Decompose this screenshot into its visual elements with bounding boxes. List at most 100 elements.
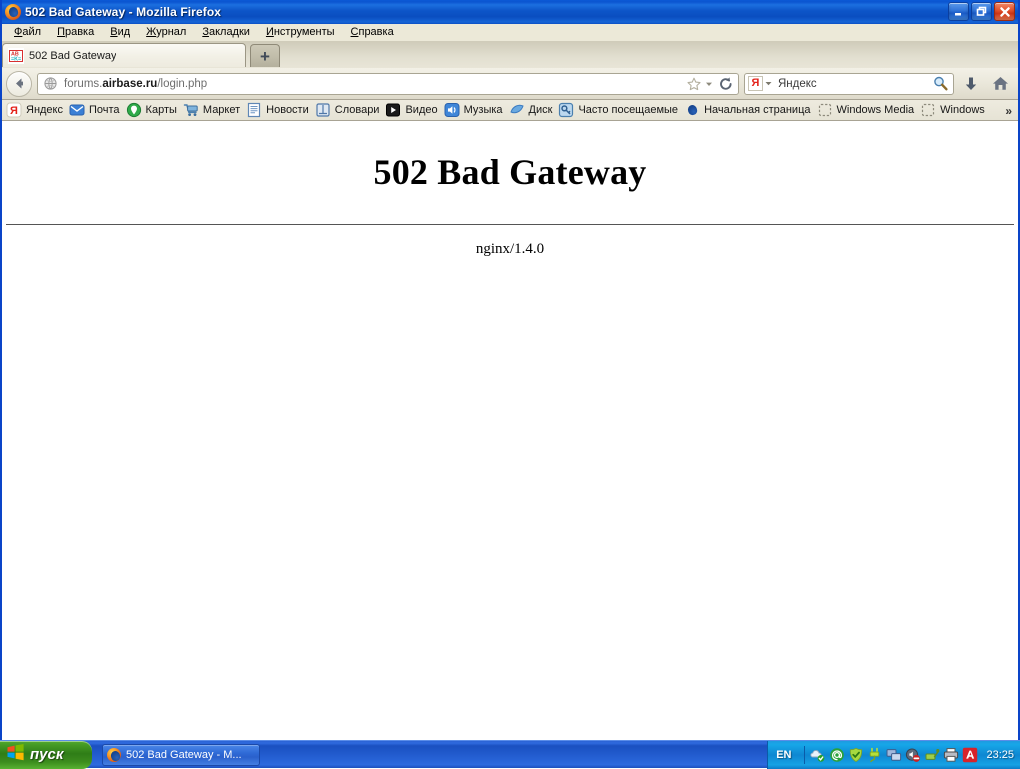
menu-help-label: правка bbox=[358, 26, 393, 38]
menu-view[interactable]: Вид bbox=[102, 24, 138, 41]
bookmark-label: Карты bbox=[146, 104, 177, 116]
bookmark-windows-media[interactable]: Windows Media bbox=[815, 101, 919, 120]
url-domain: airbase.ru bbox=[102, 78, 157, 90]
search-engine-chevron-icon[interactable] bbox=[763, 79, 774, 88]
navigation-toolbar: forums.airbase.ru/login.php Я Янде bbox=[2, 68, 1018, 100]
new-tab-plus-icon: + bbox=[260, 49, 270, 64]
bookmark-label: Маркет bbox=[203, 104, 240, 116]
key-icon bbox=[558, 102, 574, 118]
svg-text:=K=: =K= bbox=[11, 56, 21, 62]
yandex-icon: Я bbox=[6, 102, 22, 118]
page-content: 502 Bad Gateway nginx/1.4.0 bbox=[2, 121, 1018, 740]
volume-muted-icon[interactable] bbox=[905, 747, 921, 763]
task-items: 502 Bad Gateway - M... bbox=[92, 744, 767, 766]
bookmark-market[interactable]: Маркет bbox=[181, 101, 244, 120]
taskbar: пуск 502 Bad Gateway - M... EN bbox=[0, 740, 1020, 768]
menu-bar: Файл Правка Вид Журнал Закладки Инструме… bbox=[2, 24, 1018, 41]
bookmark-label: Диск bbox=[529, 104, 553, 116]
menu-bookmarks-accel: З bbox=[202, 26, 209, 38]
taskbar-item-label: 502 Bad Gateway - M... bbox=[126, 749, 242, 761]
url-bar[interactable]: forums.airbase.ru/login.php bbox=[37, 73, 739, 95]
url-prefix: forums. bbox=[64, 78, 102, 90]
bookmark-label: Windows bbox=[940, 104, 985, 116]
menu-tools-accel: И bbox=[266, 26, 274, 38]
bookmarks-overflow-chevron-icon[interactable]: » bbox=[1001, 100, 1016, 121]
video-play-icon bbox=[385, 102, 401, 118]
menu-file-label: айл bbox=[22, 26, 41, 38]
bookmarks-toolbar: Я Яндекс Почта Карты bbox=[2, 100, 1018, 121]
language-indicator[interactable]: EN bbox=[772, 749, 801, 761]
bookmark-mail[interactable]: Почта bbox=[67, 101, 124, 120]
shield-check-icon[interactable] bbox=[848, 747, 864, 763]
window-title: 502 Bad Gateway - Mozilla Firefox bbox=[25, 5, 221, 19]
back-button[interactable] bbox=[6, 71, 32, 97]
bookmark-disk[interactable]: Диск bbox=[507, 101, 557, 120]
menu-file[interactable]: Файл bbox=[6, 24, 49, 41]
avira-umbrella-icon[interactable] bbox=[962, 747, 978, 763]
bookmark-music[interactable]: Музыка bbox=[442, 101, 507, 120]
menu-history[interactable]: Журнал bbox=[138, 24, 194, 41]
page-title: 502 Bad Gateway bbox=[2, 121, 1018, 193]
globe-icon bbox=[43, 76, 58, 91]
start-label: пуск bbox=[30, 746, 63, 763]
bookmark-label: Словари bbox=[335, 104, 380, 116]
bookmark-star-icon[interactable] bbox=[684, 74, 703, 93]
bookmark-label: Начальная страница bbox=[704, 104, 810, 116]
bookmark-label: Почта bbox=[89, 104, 120, 116]
menu-bookmarks[interactable]: Закладки bbox=[194, 24, 258, 41]
placeholder-folder-icon bbox=[920, 102, 936, 118]
power-plug-icon[interactable] bbox=[867, 747, 883, 763]
tab-502-bad-gateway[interactable]: AB =K= 502 Bad Gateway bbox=[2, 43, 246, 67]
menu-history-label: урнал bbox=[156, 26, 186, 38]
at-sign-icon[interactable] bbox=[829, 747, 845, 763]
menu-view-accel: В bbox=[110, 26, 117, 38]
bookmark-news[interactable]: Новости bbox=[244, 101, 313, 120]
usb-eject-icon[interactable] bbox=[924, 747, 940, 763]
menu-edit-accel: П bbox=[57, 26, 65, 38]
system-tray: EN bbox=[767, 741, 1020, 769]
menu-tools-label: нструменты bbox=[274, 26, 335, 38]
search-input[interactable]: Яндекс bbox=[774, 78, 932, 90]
menu-tools[interactable]: Инструменты bbox=[258, 24, 343, 41]
menu-view-label: ид bbox=[118, 26, 131, 38]
yandex-icon: Я bbox=[748, 76, 763, 91]
news-icon bbox=[246, 102, 262, 118]
firefox-icon bbox=[684, 102, 700, 118]
start-button[interactable]: пуск bbox=[0, 741, 92, 769]
menu-history-accel: Ж bbox=[146, 26, 156, 38]
menu-bookmarks-label: акладки bbox=[209, 26, 250, 38]
maps-icon bbox=[126, 102, 142, 118]
search-icon[interactable] bbox=[932, 75, 949, 92]
menu-edit-label: равка bbox=[65, 26, 94, 38]
windows-flag-icon bbox=[6, 743, 25, 767]
system-clock[interactable]: 23:25 bbox=[986, 749, 1014, 761]
search-bar[interactable]: Я Яндекс bbox=[744, 73, 954, 95]
bookmark-label: Новости bbox=[266, 104, 309, 116]
menu-help[interactable]: Справка bbox=[343, 24, 402, 41]
chevron-down-icon[interactable] bbox=[703, 74, 715, 93]
bookmark-label: Музыка bbox=[464, 104, 503, 116]
bookmark-label: Видео bbox=[405, 104, 437, 116]
browser-window: 502 Bad Gateway - Mozilla Firefox Файл П… bbox=[0, 0, 1020, 740]
dictionary-icon bbox=[315, 102, 331, 118]
close-button[interactable] bbox=[994, 2, 1015, 21]
bookmark-windows[interactable]: Windows bbox=[918, 101, 989, 120]
new-tab-button[interactable]: + bbox=[250, 44, 280, 67]
bookmark-maps[interactable]: Карты bbox=[124, 101, 181, 120]
taskbar-item-firefox[interactable]: 502 Bad Gateway - M... bbox=[102, 744, 260, 766]
disk-icon bbox=[509, 102, 525, 118]
bookmark-video[interactable]: Видео bbox=[383, 101, 441, 120]
downloads-button[interactable] bbox=[959, 72, 983, 96]
bookmark-frequently-visited[interactable]: Часто посещаемые bbox=[556, 101, 682, 120]
menu-edit[interactable]: Правка bbox=[49, 24, 102, 41]
minimize-button[interactable] bbox=[948, 2, 969, 21]
bookmark-start-page[interactable]: Начальная страница bbox=[682, 101, 814, 120]
reload-icon[interactable] bbox=[716, 74, 735, 93]
bookmark-dictionary[interactable]: Словари bbox=[313, 101, 384, 120]
home-button[interactable] bbox=[988, 72, 1012, 96]
bookmark-yandex[interactable]: Я Яндекс bbox=[4, 101, 67, 120]
cloud-sync-icon[interactable] bbox=[810, 747, 826, 763]
restore-button[interactable] bbox=[971, 2, 992, 21]
network-icon[interactable] bbox=[886, 747, 902, 763]
printer-icon[interactable] bbox=[943, 747, 959, 763]
